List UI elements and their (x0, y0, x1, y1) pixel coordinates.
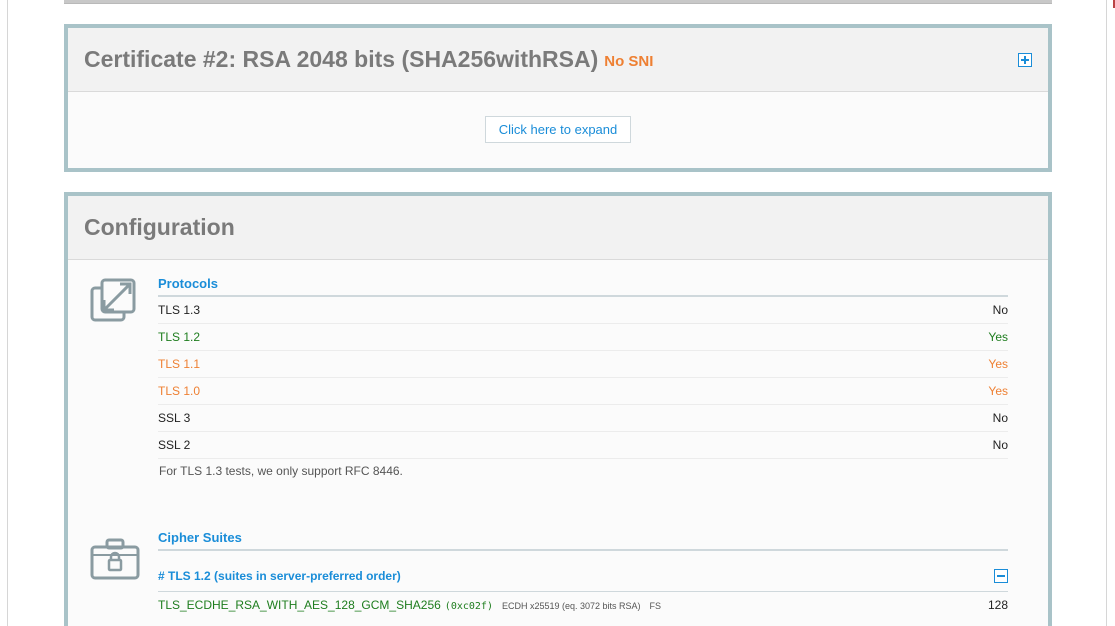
cipher-suites-title: Cipher Suites (158, 530, 1008, 551)
certificate-section: Certificate #2: RSA 2048 bits (SHA256wit… (64, 24, 1052, 172)
configuration-title: Configuration (84, 214, 235, 240)
cipher-suite-key-exchange: ECDH x25519 (eq. 3072 bits RSA) (501, 601, 641, 611)
protocol-value: No (992, 303, 1008, 317)
expand-button[interactable]: Click here to expand (485, 116, 631, 143)
configuration-header: Configuration (68, 196, 1048, 260)
protocol-row: SSL 3 No (158, 405, 1008, 432)
protocols-title: Protocols (158, 276, 1008, 297)
protocol-value: Yes (988, 330, 1008, 344)
sni-badge: No SNI (604, 53, 654, 70)
protocols-content: Protocols TLS 1.3 No TLS 1.2 Yes TLS 1.1… (158, 276, 1008, 478)
certificate-title: Certificate #2: RSA 2048 bits (SHA256wit… (84, 46, 599, 72)
protocol-name: TLS 1.1 (158, 357, 201, 371)
protocol-name: TLS 1.2 (158, 330, 201, 344)
protocol-name: TLS 1.3 (158, 303, 201, 317)
protocol-row: TLS 1.3 No (158, 297, 1008, 324)
collapse-minus-icon[interactable] (994, 569, 1008, 583)
expand-plus-icon[interactable] (1018, 53, 1032, 67)
protocol-row: TLS 1.2 Yes (158, 324, 1008, 351)
lock-briefcase-icon (90, 538, 140, 585)
cipher-suite-row: TLS_ECDHE_RSA_WITH_AES_128_GCM_SHA256 (0… (158, 592, 1008, 618)
protocol-value: No (992, 411, 1008, 425)
protocol-row: TLS 1.0 Yes (158, 378, 1008, 405)
protocol-row: SSL 2 No (158, 432, 1008, 459)
protocol-name: TLS 1.0 (158, 384, 201, 398)
expand-arrows-icon (90, 278, 136, 329)
previous-section-bottom (64, 0, 1052, 4)
protocol-row: TLS 1.1 Yes (158, 351, 1008, 378)
protocol-name: SSL 3 (158, 411, 191, 425)
tls12-suite-group-header: # TLS 1.2 (suites in server-preferred or… (158, 551, 1008, 592)
cipher-suites-content: Cipher Suites # TLS 1.2 (suites in serve… (158, 530, 1008, 618)
protocols-note: For TLS 1.3 tests, we only support RFC 8… (159, 464, 403, 478)
cipher-suite-details: TLS_ECDHE_RSA_WITH_AES_128_GCM_SHA256 (0… (158, 598, 661, 612)
protocol-value: Yes (988, 357, 1008, 371)
protocol-value: No (992, 438, 1008, 452)
cipher-suite-bits: 128 (987, 598, 1008, 612)
cipher-suite-name: TLS_ECDHE_RSA_WITH_AES_128_GCM_SHA256 (158, 598, 441, 612)
certificate-header: Certificate #2: RSA 2048 bits (SHA256wit… (68, 28, 1048, 92)
protocol-name: SSL 2 (158, 438, 191, 452)
suite-group-title: # TLS 1.2 (suites in server-preferred or… (158, 569, 401, 583)
cipher-suite-code: (0xc02f) (444, 601, 493, 612)
forward-secrecy-badge: FS (649, 601, 662, 611)
protocol-value: Yes (988, 384, 1008, 398)
configuration-section: Configuration Protocols TLS 1.3 No TLS 1… (64, 192, 1052, 626)
